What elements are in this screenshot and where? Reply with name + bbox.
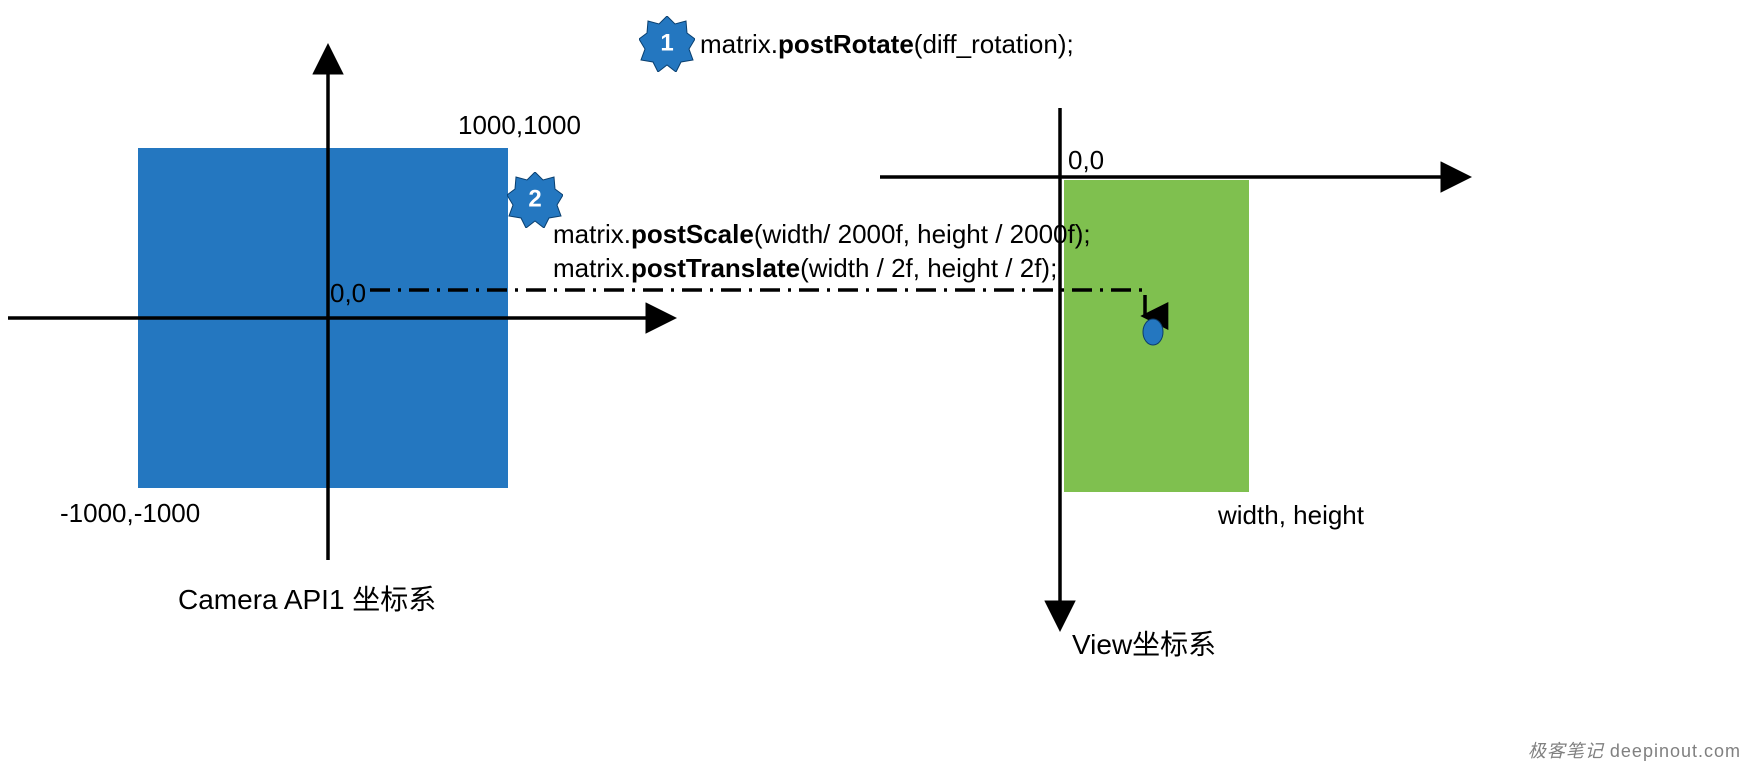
step2-l1-suffix: (width/ 2000f, height / 2000f); (754, 219, 1091, 249)
left-origin-label: 0,0 (330, 278, 366, 309)
step1-prefix: matrix. (700, 29, 778, 59)
right-bottom-right-label: width, height (1218, 500, 1364, 531)
step2-l1-prefix: matrix. (553, 219, 631, 249)
left-bottom-left-label: -1000,-1000 (60, 498, 200, 529)
watermark-site: deepinout.com (1610, 741, 1741, 761)
step2-l2-bold: postTranslate (631, 253, 800, 283)
step-2-number: 2 (528, 185, 541, 213)
watermark: 极客笔记 deepinout.com (1528, 737, 1741, 763)
step-1-badge: 1 (639, 16, 695, 72)
step2-l2-prefix: matrix. (553, 253, 631, 283)
watermark-brand: 极客笔记 (1528, 741, 1604, 761)
left-top-right-label: 1000,1000 (458, 110, 581, 141)
right-title: View坐标系 (1072, 623, 1216, 663)
step1-bold: postRotate (778, 29, 914, 59)
step1-suffix: (diff_rotation); (914, 29, 1074, 59)
step-1-text: matrix.postRotate(diff_rotation); (700, 28, 1074, 62)
coordinate-diagram (0, 0, 1753, 773)
right-origin-label: 0,0 (1068, 145, 1104, 176)
step2-l2-suffix: (width / 2f, height / 2f); (800, 253, 1057, 283)
step-2-text: matrix.postScale(width/ 2000f, height / … (553, 218, 1091, 286)
step2-l1-bold: postScale (631, 219, 754, 249)
step-1-number: 1 (660, 29, 673, 57)
mapped-point (1143, 319, 1163, 345)
left-title: Camera API1 坐标系 (178, 578, 436, 618)
